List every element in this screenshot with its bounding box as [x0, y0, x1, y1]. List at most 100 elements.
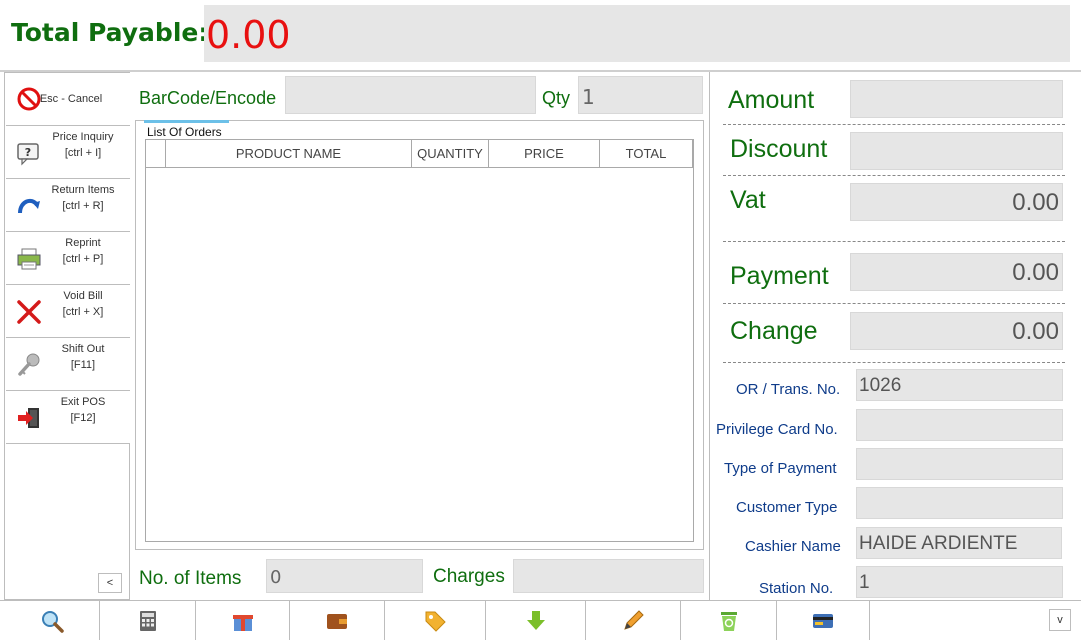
payment-type-field[interactable] [856, 448, 1063, 480]
divider [723, 241, 1065, 242]
privilege-card-label: Privilege Card No. [716, 421, 838, 438]
return-items-shortcut: [ctrl + R] [62, 200, 104, 212]
qty-label: Qty [542, 88, 571, 108]
barcode-label: BarCode/Encode [139, 88, 277, 108]
return-items-button[interactable]: Return Items [ctrl + R] [6, 179, 130, 232]
cashier-name-field: HAIDE ARDIENTE [856, 527, 1062, 559]
station-number-field: 1 [856, 566, 1063, 598]
return-items-label: Return Items [51, 184, 115, 196]
change-field: 0.00 [850, 312, 1063, 350]
customer-type-label: Customer Type [736, 499, 838, 516]
void-icon [17, 300, 41, 324]
change-value: 0.00 [1012, 318, 1059, 345]
wallet-tool-button[interactable] [290, 601, 385, 640]
barcode-input[interactable] [285, 76, 536, 114]
divider [723, 175, 1065, 176]
total-payable-display: 0.00 [204, 5, 1070, 62]
privilege-card-field[interactable] [856, 409, 1063, 441]
cashier-name-value: HAIDE ARDIENTE [859, 533, 1018, 554]
cancel-label: Esc - Cancel [39, 93, 103, 105]
orders-title: List Of Orders [147, 125, 222, 139]
void-bill-button[interactable]: Void Bill [ctrl + X] [6, 285, 130, 338]
calculator-icon [139, 611, 156, 631]
items-count-label: No. of Items [139, 568, 242, 589]
price-inquiry-icon: ? [17, 143, 39, 166]
void-bill-shortcut: [ctrl + X] [62, 306, 104, 318]
qty-value: 1 [582, 85, 595, 109]
tag-icon [425, 611, 446, 632]
function-sidebar: Esc - Cancel ? Price Inquiry [ctrl + I] … [4, 72, 130, 600]
column-price[interactable]: PRICE [489, 140, 600, 168]
recycle-tool-button[interactable] [681, 601, 777, 640]
qty-input[interactable]: 1 [578, 76, 703, 114]
exit-icon [18, 408, 39, 428]
price-inquiry-button[interactable]: ? Price Inquiry [ctrl + I] [6, 126, 130, 179]
payment-field[interactable]: 0.00 [850, 253, 1063, 291]
divider [723, 124, 1065, 125]
exit-pos-label: Exit POS [60, 396, 106, 408]
cashier-name-label: Cashier Name [745, 538, 841, 555]
reprint-shortcut: [ctrl + P] [62, 253, 104, 265]
total-payable-value: 0.00 [206, 13, 291, 57]
column-total[interactable]: TOTAL [600, 140, 693, 168]
discount-field[interactable] [850, 132, 1063, 170]
tag-tool-button[interactable] [385, 601, 486, 640]
shift-out-button[interactable]: Shift Out [F11] [6, 338, 130, 391]
collapse-sidebar-button[interactable]: < [98, 573, 122, 593]
reprint-button[interactable]: Reprint [ctrl + P] [6, 232, 130, 285]
orders-table-header: PRODUCT NAME QUANTITY PRICE TOTAL [146, 140, 693, 168]
vat-value: 0.00 [1012, 189, 1059, 216]
or-number-field: 1026 [856, 369, 1063, 401]
divider [723, 362, 1065, 363]
gift-tool-button[interactable] [196, 601, 290, 640]
svg-text:?: ? [25, 146, 31, 159]
column-product-name[interactable]: PRODUCT NAME [166, 140, 412, 168]
search-tool-button[interactable] [4, 601, 100, 640]
discount-label: Discount [730, 135, 828, 163]
or-number-value: 1026 [859, 375, 902, 396]
amount-field[interactable] [850, 80, 1063, 118]
vat-label: Vat [730, 186, 766, 214]
orders-tab-indicator [144, 120, 229, 123]
card-icon [813, 614, 833, 628]
exit-pos-button[interactable]: Exit POS [F12] [6, 391, 130, 444]
price-inquiry-shortcut: [ctrl + I] [64, 147, 102, 159]
cancel-button[interactable]: Esc - Cancel [6, 73, 130, 126]
calculator-tool-button[interactable] [100, 601, 196, 640]
orders-table[interactable]: PRODUCT NAME QUANTITY PRICE TOTAL [145, 139, 694, 542]
exit-pos-shortcut: [F12] [70, 412, 96, 424]
or-number-label: OR / Trans. No. [736, 381, 841, 398]
return-icon [18, 198, 40, 214]
payment-type-label: Type of Payment [724, 460, 837, 477]
vat-field: 0.00 [850, 183, 1063, 221]
station-number-label: Station No. [759, 580, 834, 597]
gift-icon [232, 615, 253, 631]
reprint-label: Reprint [65, 237, 101, 249]
key-icon [18, 353, 40, 376]
change-label: Change [730, 317, 818, 345]
payment-label: Payment [730, 262, 829, 290]
bottom-toolbar [0, 600, 1081, 640]
column-quantity[interactable]: QUANTITY [412, 140, 489, 168]
printer-icon [17, 248, 41, 270]
payment-value: 0.00 [1012, 259, 1059, 286]
shift-out-label: Shift Out [61, 343, 105, 355]
total-payable-label: Total Payable: [11, 18, 209, 47]
edit-tool-button[interactable] [586, 601, 681, 640]
charges-field[interactable] [513, 559, 704, 593]
charges-label: Charges [433, 566, 505, 587]
download-icon [526, 611, 545, 630]
download-tool-button[interactable] [486, 601, 586, 640]
void-bill-label: Void Bill [63, 290, 103, 302]
amount-label: Amount [728, 86, 815, 114]
wallet-icon [327, 614, 347, 629]
shift-out-shortcut: [F11] [70, 359, 96, 371]
customer-type-field[interactable] [856, 487, 1063, 519]
search-icon [41, 611, 64, 633]
expand-toolbar-button[interactable]: v [1049, 609, 1071, 631]
divider [723, 303, 1065, 304]
price-inquiry-label: Price Inquiry [52, 131, 114, 143]
card-tool-button[interactable] [777, 601, 870, 640]
pencil-icon [624, 610, 644, 630]
items-count-value: 0 [270, 567, 282, 588]
